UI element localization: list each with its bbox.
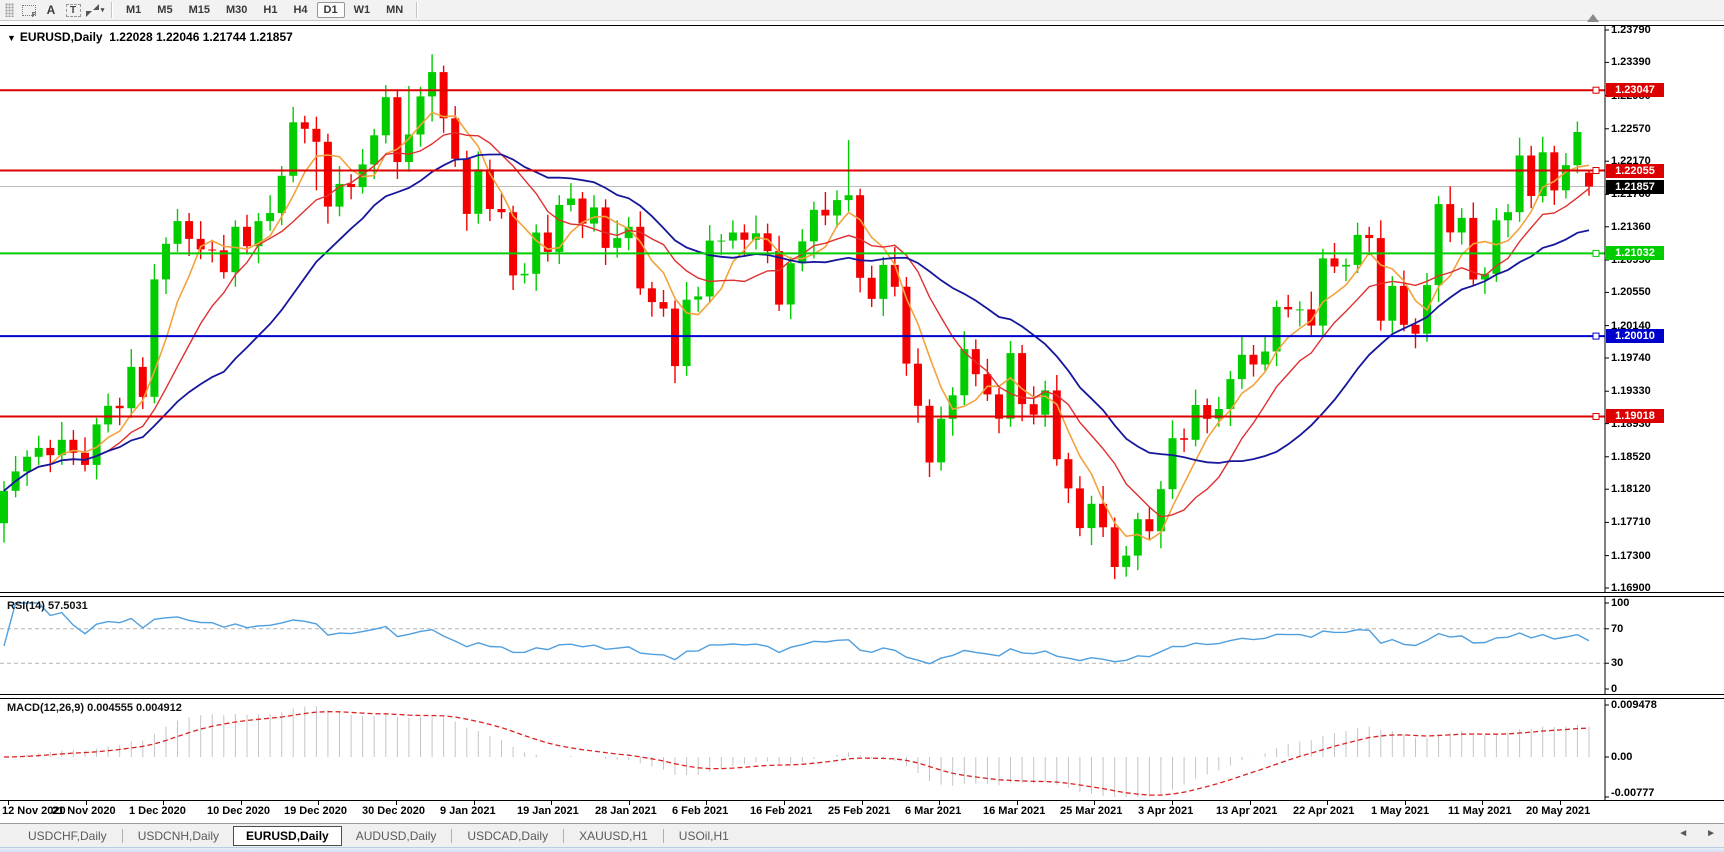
date-label: 30 Dec 2020 bbox=[362, 805, 425, 817]
tab-usdcad-daily[interactable]: USDCAD,Daily bbox=[453, 827, 562, 845]
date-label: 3 Apr 2021 bbox=[1138, 805, 1194, 817]
date-label: 1 Dec 2020 bbox=[129, 805, 186, 817]
frame-icon: F bbox=[22, 4, 36, 19]
time-axis[interactable]: 12 Nov 2020 21 Nov 2020 1 Dec 2020 10 Dec 2… bbox=[0, 801, 1724, 822]
tab-usdchf-daily[interactable]: USDCHF,Daily bbox=[14, 827, 121, 845]
tab-divider bbox=[662, 828, 664, 843]
moving-average-5[interactable] bbox=[3, 111, 1590, 542]
rsi-panel[interactable]: RSI(14) 57.5031 bbox=[0, 597, 1724, 694]
date-label: 22 Apr 2021 bbox=[1293, 805, 1355, 817]
tab-xauusd-h1[interactable]: XAUUSD,H1 bbox=[565, 827, 662, 845]
price-axis-ticks bbox=[1604, 26, 1609, 592]
timeframe-button-m15[interactable]: M15 bbox=[182, 2, 217, 18]
date-label: 9 Jan 2021 bbox=[440, 805, 496, 817]
date-label: 13 Apr 2021 bbox=[1216, 805, 1278, 817]
date-label: 25 Feb 2021 bbox=[828, 805, 891, 817]
date-label: 6 Mar 2021 bbox=[905, 805, 962, 817]
timeframe-button-mn[interactable]: MN bbox=[379, 2, 410, 18]
chart-shift-marker[interactable] bbox=[1587, 14, 1599, 22]
date-label: 1 May 2021 bbox=[1371, 805, 1430, 817]
rsi-line bbox=[3, 602, 1590, 665]
toolbar-separator bbox=[111, 2, 113, 18]
date-label: 19 Dec 2020 bbox=[284, 805, 347, 817]
rsi-chart[interactable] bbox=[0, 597, 1724, 694]
macd-histogram bbox=[15, 706, 1590, 797]
tab-scroll-buttons: ◄ ► bbox=[1678, 828, 1716, 839]
text-box-icon: T bbox=[65, 3, 81, 17]
chevron-down-icon: ▾ bbox=[100, 7, 105, 14]
timeframe-button-d1[interactable]: D1 bbox=[316, 2, 345, 18]
chart-tab-bar: USDCHF,Daily USDCNH,Daily EURUSD,Daily AUDU… bbox=[0, 823, 1724, 847]
trading-terminal: { "toolbar": { "tools": [ {"name": "fram… bbox=[0, 0, 1724, 852]
timeframe-group: M1 M5 M15 M30 H1 H4 D1 W1 MN bbox=[119, 2, 410, 18]
tab-divider bbox=[563, 828, 565, 843]
timeframe-button-m30[interactable]: M30 bbox=[219, 2, 254, 18]
date-label: 11 May 2021 bbox=[1448, 805, 1512, 817]
date-label: 19 Jan 2021 bbox=[517, 805, 579, 817]
toolbar-drag-handle[interactable] bbox=[5, 3, 14, 17]
tab-divider bbox=[121, 828, 123, 843]
price-chart[interactable] bbox=[0, 26, 1724, 592]
tab-divider bbox=[451, 828, 453, 843]
ohlc-quote-label: 1.22028 1.22046 1.21744 1.21857 bbox=[109, 30, 293, 44]
tab-scroll-left-icon[interactable]: ◄ bbox=[1678, 828, 1688, 839]
horizontal-line-1.19018[interactable] bbox=[0, 413, 1605, 420]
tab-eurusd-daily[interactable]: EURUSD,Daily bbox=[233, 825, 342, 846]
tab-usoil-h1[interactable]: USOil,H1 bbox=[665, 827, 743, 845]
text-box-button[interactable]: T bbox=[63, 1, 83, 19]
macd-chart[interactable] bbox=[0, 699, 1724, 800]
price-panel[interactable] bbox=[0, 26, 1724, 592]
candlesticks[interactable] bbox=[0, 54, 1593, 580]
timeframe-button-h1[interactable]: H1 bbox=[256, 2, 284, 18]
text-label-button[interactable]: A bbox=[41, 1, 61, 19]
symbol-period-label: EURUSD,Daily bbox=[19, 30, 103, 44]
moving-average-20[interactable] bbox=[3, 153, 1590, 492]
date-label: 10 Dec 2020 bbox=[207, 805, 270, 817]
macd-signal-line bbox=[3, 711, 1590, 796]
text-label-icon: A bbox=[46, 3, 56, 17]
tab-usdcnh-daily[interactable]: USDCNH,Daily bbox=[124, 827, 233, 845]
toolbar-separator bbox=[416, 2, 419, 18]
rsi-label: RSI(14) 57.5031 bbox=[7, 600, 88, 612]
tab-audusd-daily[interactable]: AUDUSD,Daily bbox=[342, 827, 451, 845]
tab-scroll-right-icon[interactable]: ► bbox=[1706, 828, 1716, 839]
date-label: 25 Mar 2021 bbox=[1060, 805, 1123, 817]
horizontal-line-1.20010[interactable] bbox=[0, 332, 1605, 340]
frame-tool-button[interactable]: F bbox=[19, 1, 39, 19]
timeframe-button-h4[interactable]: H4 bbox=[286, 2, 314, 18]
date-label: 6 Feb 2021 bbox=[672, 805, 729, 817]
symbol-dropdown-icon[interactable]: ▼ bbox=[7, 33, 16, 43]
macd-panel[interactable]: MACD(12,26,9) 0.004555 0.004912 bbox=[0, 699, 1724, 800]
date-label: 21 Nov 2020 bbox=[52, 805, 116, 817]
status-bar bbox=[0, 847, 1724, 852]
toolbar: F A T ▾ M1 M5 M15 M30 H1 H4 D1 W1 MN bbox=[0, 0, 1724, 21]
timeframe-button-m1[interactable]: M1 bbox=[119, 2, 148, 18]
timeframe-button-m5[interactable]: M5 bbox=[150, 2, 179, 18]
arrows-tool-button[interactable]: ▾ bbox=[85, 1, 105, 19]
chart-title: ▼ EURUSD,Daily 1.22028 1.22046 1.21744 1.… bbox=[7, 30, 293, 44]
horizontal-line-1.23047[interactable] bbox=[0, 86, 1605, 94]
date-label: 28 Jan 2021 bbox=[595, 805, 657, 817]
timeframe-button-w1[interactable]: W1 bbox=[347, 2, 378, 18]
macd-label: MACD(12,26,9) 0.004555 0.004912 bbox=[7, 702, 182, 714]
date-label: 16 Feb 2021 bbox=[750, 805, 813, 817]
horizontal-line-1.22055[interactable] bbox=[0, 167, 1605, 174]
date-label: 20 May 2021 bbox=[1526, 805, 1591, 817]
date-label: 16 Mar 2021 bbox=[983, 805, 1046, 817]
arrows-icon bbox=[85, 3, 99, 17]
moving-average-10[interactable] bbox=[3, 131, 1590, 518]
